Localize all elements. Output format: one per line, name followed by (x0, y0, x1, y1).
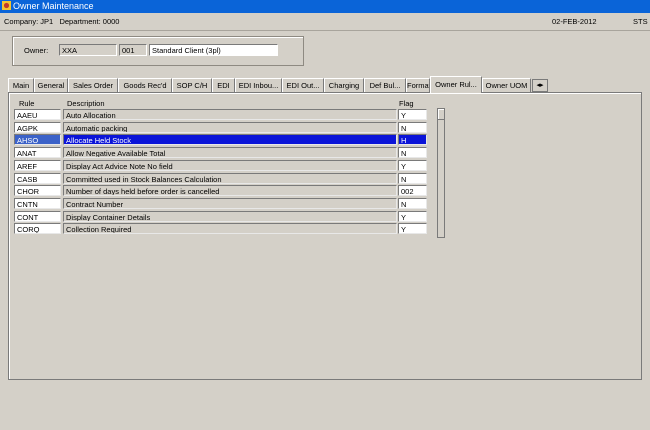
table-row[interactable]: AREF Display Act Advice Note No field Y (14, 159, 428, 171)
table-row[interactable]: CONT Display Container Details Y (14, 210, 428, 222)
description-cell[interactable]: Number of days held before order is canc… (63, 185, 397, 197)
table-row[interactable]: AAEU Auto Allocation Y (14, 109, 428, 120)
rule-cell[interactable]: CNTN (14, 197, 61, 209)
table-row[interactable]: AHSO Allocate Held Stock H (14, 134, 428, 146)
description-cell[interactable]: Committed used in Stock Balances Calcula… (63, 172, 397, 184)
tab-goods-rec-d[interactable]: Goods Rec'd (118, 78, 172, 92)
flag-cell[interactable]: Y (398, 109, 427, 120)
column-header-description: Description (67, 99, 105, 108)
table-row[interactable]: CASB Committed used in Stock Balances Cal… (14, 172, 428, 184)
flag-cell[interactable]: Y (398, 210, 427, 222)
flag-cell[interactable]: N (398, 172, 427, 184)
rule-cell[interactable]: ANAT (14, 147, 61, 159)
flag-cell[interactable]: 002 (398, 185, 427, 197)
description-cell[interactable]: Allocate Held Stock (63, 134, 397, 146)
tab-edi-out[interactable]: EDI Out... (282, 78, 324, 92)
rule-cell[interactable]: AAEU (14, 109, 61, 120)
tab-owner-uom[interactable]: Owner UOM (482, 78, 531, 92)
tab-edi-inbou[interactable]: EDI Inbou... (235, 78, 282, 92)
table-row[interactable]: ANAT Allow Negative Available Total N (14, 147, 428, 159)
rule-cell[interactable]: AREF (14, 159, 61, 171)
window-titlebar: Owner Maintenance (0, 0, 650, 13)
grid-vertical-scrollbar[interactable] (437, 108, 445, 238)
description-cell[interactable]: Display Act Advice Note No field (63, 159, 397, 171)
context-bar: Company: JP1 Department: 0000 02-FEB-201… (0, 14, 650, 31)
owner-name-field[interactable]: Standard Client (3pl) (149, 44, 278, 56)
table-row[interactable]: CHOR Number of days held before order is … (14, 185, 428, 197)
flag-cell[interactable]: H (398, 134, 427, 146)
tab-sales-order[interactable]: Sales Order (68, 78, 118, 92)
scrollbar-thumb[interactable] (438, 109, 444, 120)
current-date: 02-FEB-2012 (552, 17, 597, 26)
rule-cell[interactable]: AHSO (14, 134, 61, 146)
owner-label: Owner: (24, 46, 49, 55)
description-cell[interactable]: Auto Allocation (63, 109, 397, 120)
description-cell[interactable]: Allow Negative Available Total (63, 147, 397, 159)
column-header-flag: Flag (399, 99, 414, 108)
table-row[interactable]: AGPK Automatic packing N (14, 121, 428, 133)
rule-cell[interactable]: CHOR (14, 185, 61, 197)
owner-number-field[interactable]: 001 (119, 44, 147, 56)
rule-cell[interactable]: CORQ (14, 223, 61, 235)
tab-format[interactable]: Format (406, 78, 430, 92)
flag-cell[interactable]: Y (398, 159, 427, 171)
flag-cell[interactable]: Y (398, 223, 427, 235)
oracle-forms-app-icon (2, 1, 11, 10)
description-cell[interactable]: Contract Number (63, 197, 397, 209)
tab-def-bul[interactable]: Def Bul... (364, 78, 406, 92)
table-row[interactable]: CORQ Collection Required Y (14, 223, 428, 235)
flag-cell[interactable]: N (398, 197, 427, 209)
description-cell[interactable]: Display Container Details (63, 210, 397, 222)
column-header-rule: Rule (19, 99, 35, 108)
description-cell[interactable]: Collection Required (63, 223, 397, 235)
rule-cell[interactable]: CASB (14, 172, 61, 184)
rule-cell[interactable]: AGPK (14, 121, 61, 133)
tab-charging[interactable]: Charging (324, 78, 364, 92)
user-code: STS (633, 17, 648, 26)
flag-cell[interactable]: N (398, 147, 427, 159)
flag-cell[interactable]: N (398, 121, 427, 133)
table-row[interactable]: CNTN Contract Number N (14, 197, 428, 209)
tab-general[interactable]: General (34, 78, 68, 92)
tab-edi[interactable]: EDI (212, 78, 235, 92)
tab-scroll-button[interactable]: ◂▸ (532, 79, 548, 92)
company-department-label: Company: JP1 Department: 0000 (4, 17, 120, 26)
owner-code-field[interactable]: XXA (59, 44, 117, 56)
tab-sop-c-h[interactable]: SOP C/H (172, 78, 212, 92)
tab-owner-rul[interactable]: Owner Rul... (430, 76, 482, 93)
description-cell[interactable]: Automatic packing (63, 121, 397, 133)
window-title: Owner Maintenance (13, 1, 94, 11)
rule-cell[interactable]: CONT (14, 210, 61, 222)
tab-main[interactable]: Main (8, 78, 34, 92)
